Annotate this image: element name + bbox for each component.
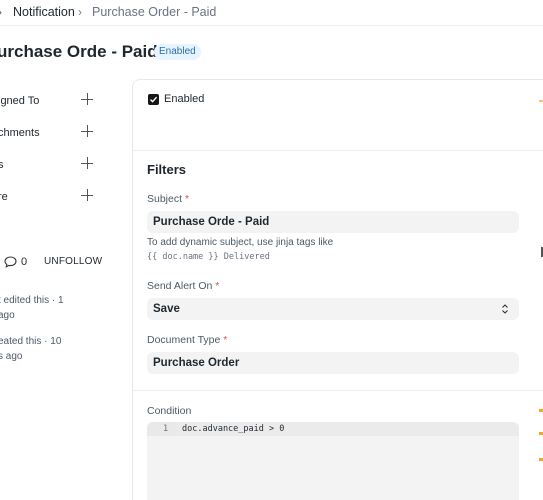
breadcrumb-item-current[interactable]: Purchase Order - Paid (92, 4, 216, 20)
section-divider (132, 390, 543, 391)
activity-text: t edited this · 1 (0, 295, 64, 306)
breadcrumb: › Notification › Purchase Order - Paid (0, 0, 543, 26)
enabled-checkbox[interactable] (148, 94, 159, 105)
sidebar-item-assigned-to: igned To (0, 93, 100, 111)
sidebar-item-label: s (0, 159, 4, 171)
sidebar-item-attachments: chments (0, 125, 100, 143)
chevron-updown-icon (502, 304, 508, 314)
status-badge: Enabled (154, 44, 201, 60)
sidebar-item-share: re (0, 189, 100, 207)
edge-marker (539, 409, 543, 412)
send-alert-on-value: Save (153, 303, 180, 315)
activity-item: eated this · 10 s ago (0, 334, 61, 364)
condition-code-editor[interactable]: 1 doc.advance_paid > 0 (147, 422, 519, 500)
sidebar-item-tags: s (0, 157, 100, 175)
comment-count: 0 (21, 256, 28, 268)
send-alert-on-select[interactable]: Save (147, 298, 519, 320)
subject-help-code: {{ doc.name }} Delivered (147, 252, 270, 262)
activity-time: ago (0, 310, 15, 321)
plus-icon[interactable] (81, 125, 93, 137)
unfollow-button[interactable]: UNFOLLOW (44, 256, 102, 267)
edge-marker (539, 100, 543, 102)
sidebar-item-label: re (0, 191, 8, 203)
plus-icon[interactable] (81, 93, 93, 105)
plus-icon[interactable] (81, 157, 93, 169)
breadcrumb-item-notification[interactable]: Notification (13, 4, 75, 20)
document-type-label: Document Type * (147, 334, 228, 346)
activity-time: s ago (0, 351, 23, 362)
subject-help-text: To add dynamic subject, use jinja tags l… (147, 237, 334, 248)
document-type-field[interactable]: Purchase Order (147, 352, 519, 374)
subject-field[interactable]: Purchase Orde - Paid (147, 211, 519, 233)
section-divider (132, 150, 543, 151)
send-alert-on-label: Send Alert On * (147, 280, 220, 292)
enabled-label: Enabled (164, 93, 205, 105)
edge-marker (539, 458, 543, 461)
plus-icon[interactable] (81, 189, 93, 201)
sidebar-item-label: chments (0, 127, 40, 139)
breadcrumb-separator: › (0, 4, 2, 20)
activity-text: eated this · 10 (0, 336, 62, 347)
check-icon (150, 96, 158, 103)
filters-heading: Filters (147, 162, 187, 177)
subject-label: Subject * (147, 193, 190, 205)
code-gutter: 1 (147, 422, 177, 436)
breadcrumb-separator: › (78, 5, 82, 19)
sidebar-item-label: igned To (0, 95, 40, 107)
condition-code: doc.advance_paid > 0 (182, 424, 285, 434)
line-number: 1 (163, 424, 169, 434)
edge-marker (539, 432, 543, 435)
comment-icon[interactable] (4, 256, 17, 268)
subject-value: Purchase Orde - Paid (153, 216, 270, 228)
condition-label: Condition (147, 405, 192, 417)
document-type-value: Purchase Order (153, 357, 240, 369)
page-title: urchase Orde - Paid (0, 42, 158, 61)
activity-item: t edited this · 1 ago (0, 293, 64, 323)
